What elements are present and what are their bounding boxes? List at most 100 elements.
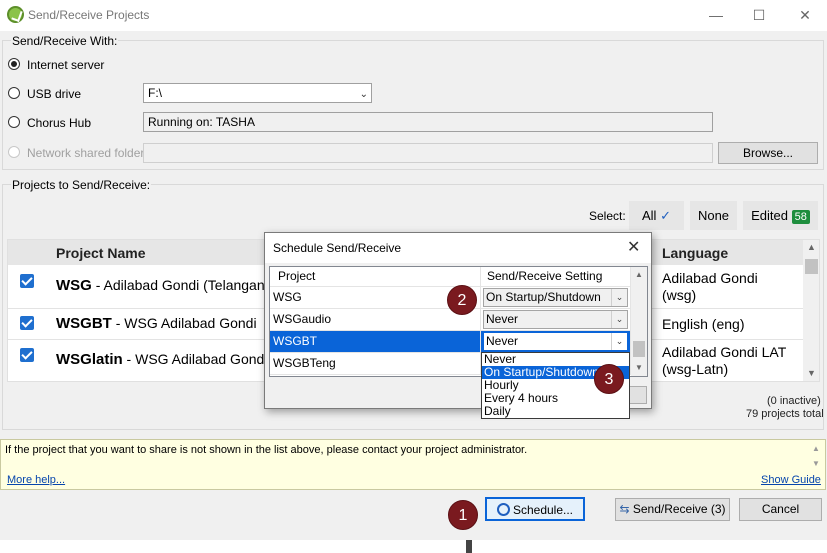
minimize-icon[interactable]: — [706,5,726,25]
setting-select[interactable]: Never ⌄ [483,332,628,351]
more-help-link[interactable]: More help... [7,474,65,486]
projects-label: Projects to Send/Receive: [11,178,152,192]
internet-radio[interactable] [8,58,20,70]
checkmark-icon: ✓ [660,208,671,223]
table-row[interactable]: WSGBTeng [270,353,481,375]
total-count: 79 projects total [746,408,824,420]
maximize-icon[interactable]: ☐ [749,5,769,25]
background-divider [466,540,472,553]
setting-select[interactable]: Never ⌄ [483,310,628,329]
chorus-radio[interactable] [8,116,20,128]
close-icon[interactable]: ✕ [795,5,815,25]
grid-scrollbar[interactable]: ▲ ▼ [631,267,647,376]
dialog-button-partial[interactable] [627,386,647,404]
chevron-down-icon: ⌄ [611,311,627,328]
language-name: English (eng) [662,316,745,332]
project-description: - WSG Adilabad Gondi [111,315,257,331]
setting-column-header[interactable]: Send/Receive Setting [481,267,631,287]
app-logo-icon [7,6,24,23]
cancel-button[interactable]: Cancel [739,498,822,521]
step-marker-3: 3 [594,364,624,394]
browse-button[interactable]: Browse... [718,142,818,164]
project-list-scrollbar[interactable]: ▲ ▼ [803,240,819,381]
select-all-label: All [642,208,657,223]
usb-drive-value: F:\ [148,86,162,100]
setting-select[interactable]: On Startup/Shutdown ⌄ [483,288,628,307]
setting-cell: On Startup/Shutdown ⌄ [481,287,631,309]
setting-value: On Startup/Shutdown [486,290,601,304]
scroll-up-icon[interactable]: ▲ [635,270,643,279]
table-row[interactable]: WSG - Adilabad Gondi (Telangana) [56,277,277,294]
table-row[interactable]: WSGlatin - WSG Adilabad Gondi [56,351,267,368]
scroll-up-icon[interactable]: ▲ [809,444,823,453]
select-edited-button[interactable]: Edited 58 [743,201,818,230]
row-checkbox[interactable] [20,316,34,330]
scrollbar-thumb[interactable] [805,259,818,274]
project-column-header[interactable]: Project [270,267,481,287]
language-code: (wsg) [662,287,697,303]
dialog-close-icon[interactable]: ✕ [627,237,640,257]
language-cell: English (eng) [662,316,745,333]
send-with-label: Send/Receive With: [11,34,119,48]
schedule-button[interactable]: Schedule... [485,497,585,521]
schedule-label: Schedule... [512,503,574,517]
inactive-count: (0 inactive) [767,395,821,407]
chevron-down-icon: ⌄ [611,333,627,350]
project-name: WSG [56,277,92,294]
network-folder-field [143,143,713,163]
table-row[interactable]: WSGaudio [270,309,481,331]
select-none-button[interactable]: None [690,201,737,230]
chevron-down-icon: ⌄ [359,89,368,100]
background-window-strip [0,540,827,553]
select-edited-label: Edited [751,208,788,223]
internet-label: Internet server [27,58,105,72]
clock-icon [496,503,510,516]
language-column-header[interactable]: Language [662,245,728,261]
project-name-column-header[interactable]: Project Name [56,245,145,261]
usb-drive-select[interactable]: F:\ ⌄ [143,83,372,103]
row-checkbox[interactable] [20,274,34,288]
language-cell: Adilabad Gondi (wsg) [662,270,758,304]
step-marker-2: 2 [447,285,477,315]
sync-icon: ⇆ [619,502,630,516]
table-row[interactable]: WSGBT [270,331,481,353]
network-label: Network shared folder [27,146,145,160]
language-cell: Adilabad Gondi LAT (wsg-Latn) [662,344,786,378]
table-row[interactable]: WSGBT - WSG Adilabad Gondi [56,315,257,332]
step-marker-1: 1 [448,500,478,530]
dialog-title: Schedule Send/Receive [273,241,402,255]
scroll-up-icon[interactable]: ▲ [807,242,816,252]
select-all-button[interactable]: All ✓ [629,201,684,230]
network-radio[interactable] [8,146,20,158]
project-name: WSGBT [56,315,112,332]
info-scrollbar[interactable]: ▲ ▼ [809,444,823,472]
setting-value: Never [486,312,519,326]
chorus-status-value: Running on: TASHA [148,115,255,129]
chevron-down-icon: ⌄ [611,289,627,306]
project-name: WSGlatin [56,351,123,368]
info-panel: If the project that you want to share is… [0,439,826,490]
send-receive-label: Send/Receive (3) [632,502,726,516]
language-name: Adilabad Gondi [662,270,758,286]
project-description: - Adilabad Gondi (Telangana) [91,277,278,293]
chorus-label: Chorus Hub [27,116,92,130]
setting-cell: Never ⌄ [481,309,631,331]
send-receive-button[interactable]: ⇆ Send/Receive (3) [615,498,730,521]
scroll-down-icon[interactable]: ▼ [807,368,816,378]
scrollbar-thumb[interactable] [633,341,645,357]
window-title: Send/Receive Projects [28,8,150,22]
chorus-status-field: Running on: TASHA [143,112,713,132]
language-code: (wsg-Latn) [662,361,729,377]
project-description: - WSG Adilabad Gondi [122,351,268,367]
dropdown-option-daily[interactable]: Daily [482,405,629,418]
row-checkbox[interactable] [20,348,34,362]
usb-radio[interactable] [8,87,20,99]
setting-value: Never [486,334,519,348]
show-guide-link[interactable]: Show Guide [761,474,821,486]
usb-label: USB drive [27,87,82,101]
scroll-down-icon[interactable]: ▼ [809,459,823,468]
info-message: If the project that you want to share is… [5,444,528,456]
edited-count-badge: 58 [791,210,810,224]
scroll-down-icon[interactable]: ▼ [635,363,643,372]
select-label: Select: [589,209,626,223]
